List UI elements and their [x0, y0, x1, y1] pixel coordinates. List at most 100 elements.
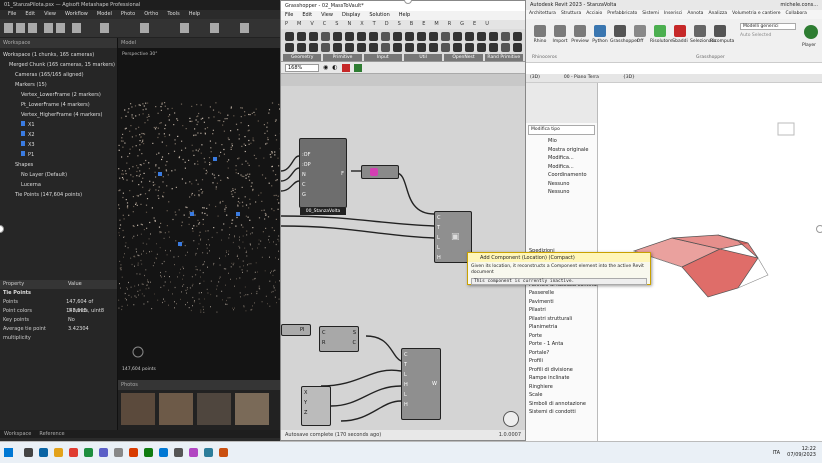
- gh-tab[interactable]: M: [434, 21, 438, 28]
- browser-item[interactable]: Passerelle: [526, 289, 597, 298]
- revit-tab[interactable]: Prefabbricato: [607, 11, 637, 18]
- port-label[interactable]: S: [353, 330, 356, 336]
- ribbon-group-label[interactable]: Geometry: [283, 54, 322, 61]
- tree-item[interactable]: P1: [0, 150, 117, 160]
- browser-item[interactable]: Ringhiere: [526, 383, 597, 392]
- gh-menu-display[interactable]: Display: [342, 12, 360, 19]
- model-viewport[interactable]: Model Perspective 30° 147,604 points: [118, 38, 280, 380]
- tree-item[interactable]: Shapes: [0, 160, 117, 170]
- taskbar-app-icon[interactable]: [129, 448, 138, 457]
- tree-item[interactable]: No Layer (Default): [0, 170, 117, 180]
- wall-component[interactable]: CTLHLH W: [401, 348, 441, 420]
- gh-tab[interactable]: E: [473, 21, 476, 28]
- browser-item[interactable]: Portale?: [526, 349, 597, 358]
- pi-param[interactable]: PI: [281, 324, 311, 336]
- zoom-box[interactable]: 168%: [285, 63, 319, 72]
- taskbar-app-icon[interactable]: [219, 448, 228, 457]
- revit-tab[interactable]: Inserisci: [664, 11, 682, 18]
- auto-selected[interactable]: Auto Selected: [740, 33, 771, 38]
- gh-tab[interactable]: N: [347, 21, 351, 28]
- taskbar-app-icon[interactable]: [24, 448, 33, 457]
- menu-view[interactable]: View: [44, 11, 56, 18]
- ribbon-button[interactable]: Import: [550, 25, 570, 44]
- gh-tab[interactable]: U: [485, 21, 489, 28]
- port-label[interactable]: X: [304, 390, 307, 396]
- gh-tab[interactable]: X: [360, 21, 363, 28]
- browser-item[interactable]: Pavimenti: [526, 298, 597, 307]
- gh-tab[interactable]: P: [285, 21, 288, 28]
- taskbar-app-icon[interactable]: [39, 448, 48, 457]
- port-label[interactable]: L: [404, 372, 407, 378]
- gh-tab[interactable]: T: [373, 21, 376, 28]
- port-label[interactable]: T: [437, 225, 440, 231]
- metashape-toolbar-icons[interactable]: [0, 19, 280, 38]
- taskbar-app-icon[interactable]: [204, 448, 213, 457]
- tab-workspace[interactable]: Workspace: [4, 431, 31, 437]
- port-label[interactable]: N: [302, 172, 306, 178]
- revit-tab[interactable]: Annota: [687, 11, 703, 18]
- gh-tab[interactable]: M: [297, 21, 301, 28]
- browser-item[interactable]: Rampe inclinate: [526, 374, 597, 383]
- taskbar-app-icon[interactable]: [144, 448, 153, 457]
- start-icon[interactable]: [4, 448, 13, 457]
- revit-tab[interactable]: Architettura: [529, 11, 556, 18]
- ribbon-button[interactable]: Selezionato: [690, 25, 716, 44]
- resize-handle[interactable]: [816, 225, 822, 233]
- selected-preview-icon[interactable]: [353, 63, 362, 72]
- circle-component[interactable]: CRSC: [319, 326, 359, 352]
- gh-tab[interactable]: B: [410, 21, 413, 28]
- port-label[interactable]: L: [437, 245, 440, 251]
- tree-item[interactable]: Merged Chunk (165 cameras, 15 markers): [0, 60, 117, 70]
- menu-workflow[interactable]: Workflow: [65, 11, 88, 18]
- port-label[interactable]: T: [404, 362, 407, 368]
- ribbon-button[interactable]: Grasshopper: [610, 25, 639, 44]
- tree-item[interactable]: Markers (15): [0, 80, 117, 90]
- preview-icon[interactable]: ◐: [332, 64, 337, 71]
- taskbar-app-icon[interactable]: [159, 448, 168, 457]
- photo-thumbnail[interactable]: [235, 393, 269, 425]
- ribbon-button[interactable]: Off: [630, 25, 650, 44]
- menu-model[interactable]: Model: [97, 11, 112, 18]
- tree-item[interactable]: Pt_LowerFrame (4 markers): [0, 100, 117, 110]
- revit-tab[interactable]: Volumetria e cantiere: [732, 11, 780, 18]
- port-label[interactable]: Y: [304, 400, 307, 406]
- port-label[interactable]: C: [404, 352, 408, 358]
- ribbon-group-label[interactable]: Util: [403, 54, 443, 61]
- tree-item[interactable]: Cameras (165/165 aligned): [0, 70, 117, 80]
- browser-item[interactable]: Pilastri strutturali: [526, 315, 597, 324]
- property-value[interactable]: Modifica...: [526, 154, 597, 163]
- gh-tab[interactable]: V: [310, 21, 313, 28]
- browser-item[interactable]: Scale: [526, 391, 597, 400]
- tree-item[interactable]: Lucerna: [0, 180, 117, 190]
- revit-tab[interactable]: Analizza: [708, 11, 727, 18]
- port-label[interactable]: :OP: [302, 162, 311, 168]
- ribbon-group-label[interactable]: Input: [363, 54, 402, 61]
- photo-thumbnail[interactable]: [121, 393, 155, 425]
- param-pipeline[interactable]: [361, 165, 399, 179]
- browser-item[interactable]: Sistemi di condotti: [526, 408, 597, 417]
- ribbon-icons[interactable]: [281, 29, 525, 55]
- browser-item[interactable]: Profili: [526, 357, 597, 366]
- tree-item[interactable]: Workspace (1 chunks, 165 cameras): [0, 50, 117, 60]
- gh-menu-view[interactable]: View: [321, 12, 333, 19]
- taskbar-app-icon[interactable]: [84, 448, 93, 457]
- gh-tab[interactable]: S: [335, 21, 338, 28]
- tree-item[interactable]: Tie Points (147,604 points): [0, 190, 117, 200]
- gh-tab[interactable]: D: [385, 21, 389, 28]
- tree-item[interactable]: Vertex_LowerFrame (2 markers): [0, 90, 117, 100]
- revit-tab[interactable]: Acciaio: [586, 11, 602, 18]
- taskbar-app-icon[interactable]: [69, 448, 78, 457]
- type-selector[interactable]: [526, 83, 597, 123]
- gh-menu-help[interactable]: Help: [399, 12, 410, 19]
- menu-ortho[interactable]: Ortho: [144, 11, 158, 18]
- port-label[interactable]: R: [322, 340, 325, 346]
- tree-item[interactable]: X3: [0, 140, 117, 150]
- menu-edit[interactable]: Edit: [25, 11, 35, 18]
- gh-tab[interactable]: C: [323, 21, 327, 28]
- menu-photo[interactable]: Photo: [121, 11, 135, 18]
- model-dropdown[interactable]: Modelli generici: [740, 23, 796, 30]
- port-label[interactable]: C: [437, 215, 441, 221]
- ribbon-group-label[interactable]: OpenNest: [444, 54, 483, 61]
- port-label[interactable]: G: [302, 192, 306, 198]
- port-label[interactable]: H: [404, 382, 408, 388]
